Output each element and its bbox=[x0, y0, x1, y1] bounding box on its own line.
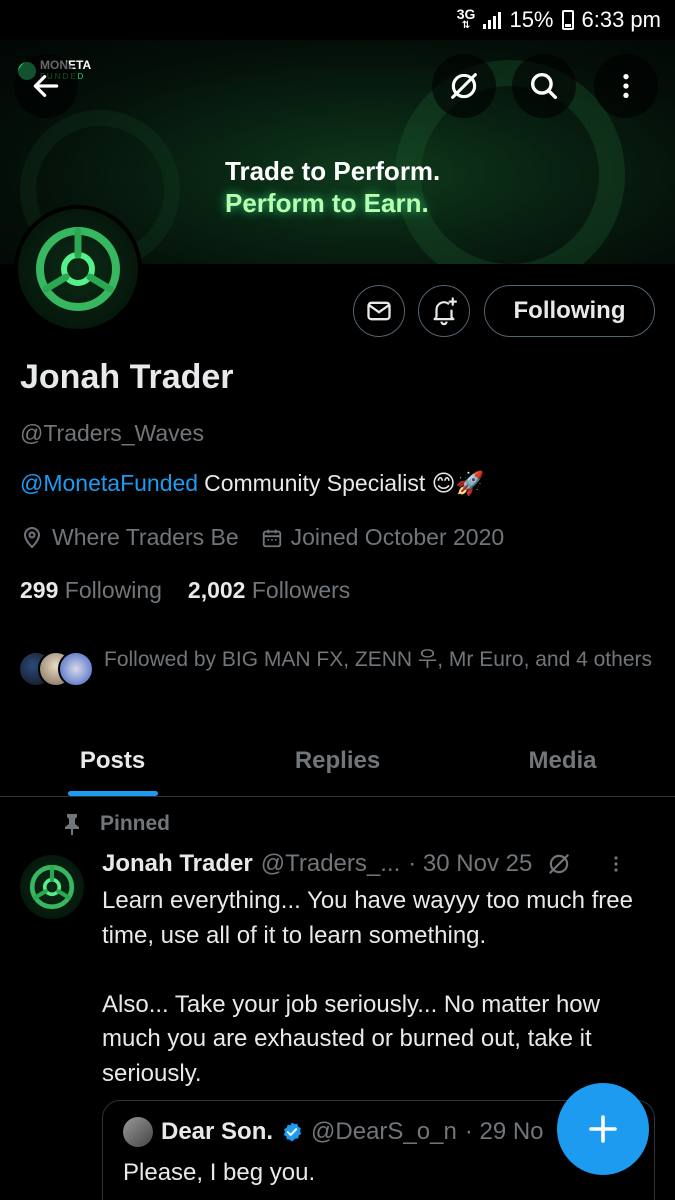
pinned-label: Pinned bbox=[100, 812, 171, 835]
battery-percent: 15% bbox=[509, 7, 554, 32]
search-icon bbox=[530, 72, 558, 100]
clock: 6:33 pm bbox=[581, 7, 662, 32]
post-header: Jonah Trader @Traders_... · 30 Nov 25 bbox=[102, 850, 662, 878]
following-count: 299 bbox=[20, 577, 59, 603]
profile-bio: @MonetaFunded Community Specialist 😊🚀 bbox=[20, 470, 484, 497]
grok-button[interactable] bbox=[432, 54, 496, 118]
profile-meta: Where Traders Be Joined October 2020 bbox=[20, 524, 504, 551]
followers-facepile bbox=[18, 651, 94, 695]
signal-icon bbox=[483, 11, 502, 29]
pin-icon bbox=[65, 814, 79, 835]
more-vertical-icon bbox=[623, 74, 629, 98]
post-author-avatar[interactable] bbox=[20, 855, 84, 919]
profile-handle: @Traders_Waves bbox=[20, 420, 204, 446]
profile-name: Jonah Trader bbox=[20, 358, 234, 396]
post-paragraph: Also... Take your job seriously... No ma… bbox=[102, 990, 600, 1087]
post-text: Learn everything... You have wayyy too m… bbox=[102, 884, 662, 1091]
moneta-logo-icon bbox=[29, 864, 75, 910]
quoted-author-avatar bbox=[123, 1117, 153, 1147]
post-paragraph: Learn everything... You have wayyy too m… bbox=[102, 887, 633, 949]
followed-by[interactable]: Followed by BIG MAN FX, ZENN 우, Mr Euro,… bbox=[18, 645, 658, 695]
grok-icon bbox=[451, 73, 477, 99]
quoted-author-name: Dear Son. bbox=[161, 1118, 274, 1145]
back-arrow-icon bbox=[33, 75, 59, 97]
followed-by-text: Followed by BIG MAN FX, ZENN 우, Mr Euro,… bbox=[104, 648, 652, 671]
compose-post-button[interactable] bbox=[557, 1083, 649, 1175]
followers-count-link[interactable]: 2,002 Followers bbox=[188, 577, 350, 604]
pinned-indicator: Pinned bbox=[62, 812, 170, 836]
envelope-icon bbox=[367, 301, 391, 321]
tab-media[interactable]: Media bbox=[450, 725, 675, 796]
bio-mention-link[interactable]: @MonetaFunded bbox=[20, 470, 198, 497]
profile-joined: Joined October 2020 bbox=[290, 524, 505, 550]
following-label: Following bbox=[64, 577, 162, 603]
location-pin-icon bbox=[23, 526, 41, 548]
battery-icon bbox=[561, 10, 574, 30]
grok-icon[interactable] bbox=[546, 851, 572, 877]
quoted-author-handle: @DearS_o_n bbox=[311, 1118, 457, 1145]
tab-replies[interactable]: Replies bbox=[225, 725, 450, 796]
search-button[interactable] bbox=[512, 54, 576, 118]
status-bar: 3G ⇅ 15% 6:33 pm bbox=[0, 0, 675, 40]
following-button[interactable]: Following bbox=[484, 285, 655, 337]
message-button[interactable] bbox=[353, 285, 405, 337]
back-button[interactable] bbox=[14, 54, 78, 118]
post-author-name[interactable]: Jonah Trader bbox=[102, 850, 253, 878]
followers-count: 2,002 bbox=[187, 577, 246, 603]
post-author-handle[interactable]: @Traders_... bbox=[261, 850, 401, 878]
bio-text: Community Specialist 😊🚀 bbox=[204, 470, 485, 496]
following-count-link[interactable]: 299 Following bbox=[20, 577, 162, 604]
tab-posts[interactable]: Posts bbox=[0, 725, 225, 796]
banner-tagline: Trade to Perform. Perform to Earn. bbox=[225, 155, 440, 219]
tagline-line-2: Perform to Earn. bbox=[225, 188, 429, 218]
bell-plus-icon bbox=[433, 297, 457, 326]
quoted-post-text: Please, I beg you. bbox=[123, 1159, 316, 1186]
plus-icon bbox=[589, 1115, 617, 1143]
network-type-indicator: 3G ⇅ bbox=[456, 6, 476, 31]
calendar-icon bbox=[262, 529, 281, 547]
moneta-logo-icon bbox=[36, 227, 120, 311]
more-options-button[interactable] bbox=[594, 54, 658, 118]
tagline-line-1: Trade to Perform. bbox=[225, 156, 441, 186]
quoted-post-date: · 29 No bbox=[464, 1118, 544, 1145]
follow-counts: 299 Following 2,002 Followers bbox=[20, 577, 350, 604]
more-vertical-icon[interactable] bbox=[604, 852, 628, 876]
profile-tabs: Posts Replies Media bbox=[0, 725, 675, 797]
avatar bbox=[58, 651, 94, 687]
profile-avatar[interactable] bbox=[14, 205, 142, 333]
notifications-button[interactable] bbox=[418, 285, 470, 337]
followers-label: Followers bbox=[251, 577, 351, 603]
verified-badge-icon bbox=[283, 1122, 302, 1142]
post-date[interactable]: · 30 Nov 25 bbox=[408, 850, 532, 878]
profile-location: Where Traders Be bbox=[52, 524, 239, 550]
